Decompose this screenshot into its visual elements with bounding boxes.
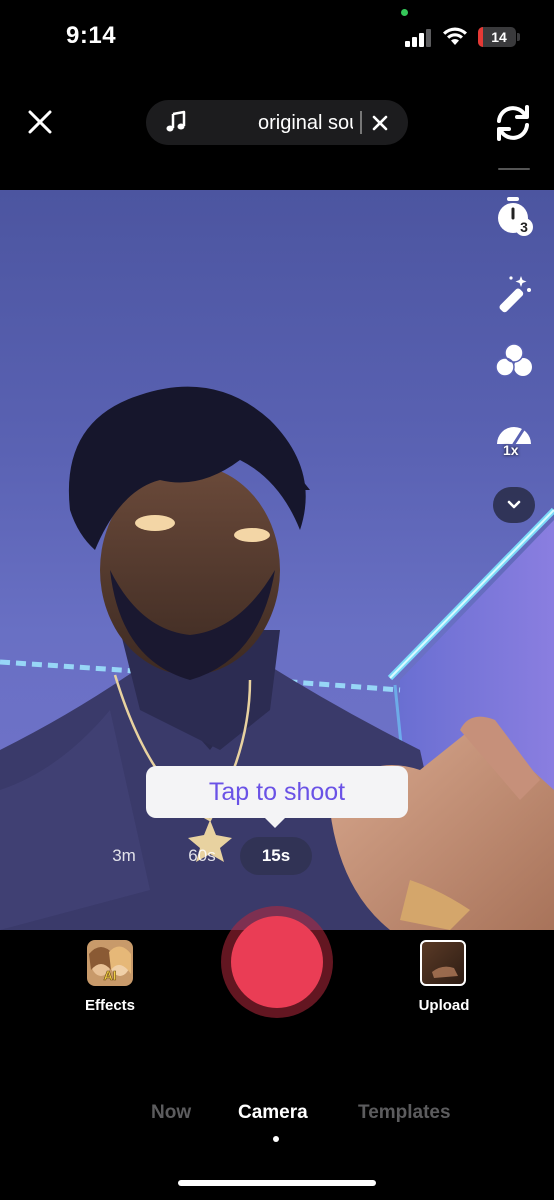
tab-templates[interactable]: Templates [358,1102,451,1124]
battery-cap [517,33,520,41]
tooltip-arrow [263,816,287,828]
upload-preview-image [432,966,458,978]
wifi-icon [443,27,467,45]
timer-badge: 3 [515,218,533,236]
sound-title: original sound [258,112,353,134]
duration-option-3m[interactable]: 3m [98,837,150,875]
sound-divider [360,111,362,134]
duration-option-15s[interactable]: 15s [240,837,312,875]
privacy-indicator [401,9,408,16]
chevron-down-icon [507,500,521,509]
magic-wand-icon [499,276,531,313]
flip-camera-icon[interactable] [491,101,535,145]
music-note-icon [166,110,186,132]
upload-thumbnail [420,940,466,986]
tab-camera[interactable]: Camera [238,1102,308,1124]
record-button-core [231,916,323,1008]
duration-option-60s[interactable]: 60s [176,837,228,875]
effects-preview-image: AI [87,940,133,986]
more-tools-button[interactable] [493,487,535,523]
timer-button[interactable]: 3 [493,196,535,238]
effects-thumbnail: AI [87,940,133,986]
effects-ai-badge: AI [104,968,117,983]
effects-wand-button[interactable] [493,272,535,314]
effects-button[interactable]: AI Effects [80,940,140,1020]
active-tab-indicator [273,1136,279,1142]
home-indicator[interactable] [178,1180,376,1186]
tab-now[interactable]: Now [151,1102,191,1124]
close-button[interactable] [22,104,58,140]
signal-icon [405,29,431,47]
status-bar: 9:14 14 [0,0,554,80]
upload-label: Upload [418,997,470,1014]
filters-button[interactable] [493,340,535,382]
upload-button[interactable]: Upload [412,940,476,1020]
tooltip-text: Tap to shoot [208,777,346,806]
battery-percent: 14 [491,29,507,45]
speed-button[interactable]: 1x [493,418,535,460]
tap-to-shoot-tooltip: Tap to shoot [146,766,408,818]
close-icon [28,110,52,134]
battery-icon: 14 [478,27,516,47]
status-time: 9:14 [66,22,117,49]
speed-label: 1x [503,442,519,458]
remove-sound-button[interactable] [368,111,392,135]
filters-icon [495,343,532,377]
effects-label: Effects [84,997,136,1014]
toolbar-handle [498,168,530,170]
add-sound-pill[interactable]: original sound [146,100,408,145]
record-button[interactable] [221,906,333,1018]
